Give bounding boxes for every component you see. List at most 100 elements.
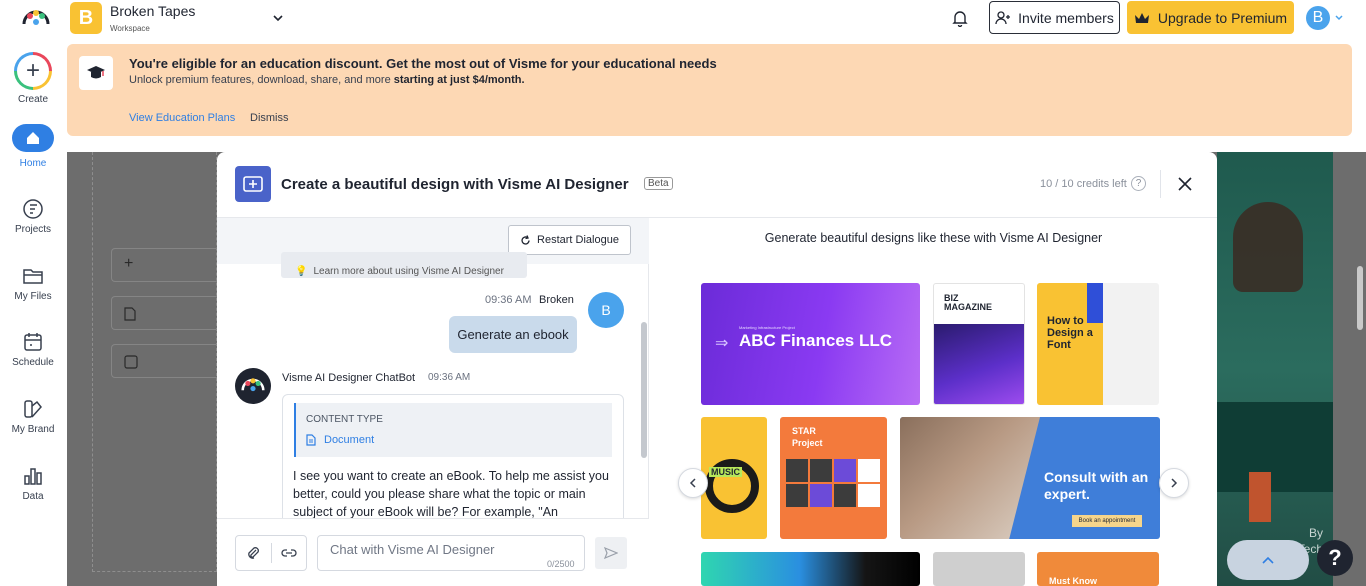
carousel-prev-button[interactable] xyxy=(678,468,708,498)
learn-more-chip[interactable]: 💡 Learn more about using Visme AI Design… xyxy=(281,252,527,278)
close-icon[interactable] xyxy=(1177,176,1193,192)
graduation-cap-icon xyxy=(79,56,113,90)
refresh-icon xyxy=(521,234,530,245)
backdrop-import-button xyxy=(111,296,221,330)
send-icon xyxy=(604,547,618,559)
restart-dialogue-button[interactable]: Restart Dialogue xyxy=(508,225,631,255)
modal-title: Create a beautiful design with Visme AI … xyxy=(281,176,629,193)
chevron-down-icon[interactable] xyxy=(1334,13,1344,23)
backdrop-byline: By xyxy=(1308,526,1323,540)
notification-bell-icon[interactable] xyxy=(952,9,968,27)
calendar-icon xyxy=(24,333,42,351)
template-thumbnail[interactable]: Consult with an expert. Book an appointm… xyxy=(900,417,1160,539)
avatar: B xyxy=(588,292,624,328)
folder-icon xyxy=(23,269,43,284)
sidebar: + Create Home Projects My Files Schedule… xyxy=(0,44,66,586)
help-circle-icon[interactable]: ? xyxy=(1131,176,1146,191)
sidebar-item-home[interactable]: Home xyxy=(0,124,66,169)
template-thumbnail[interactable]: How to Design a Font xyxy=(1037,283,1159,405)
chevron-down-icon[interactable] xyxy=(272,12,284,24)
credits-remaining: 10 / 10 credits left xyxy=(1040,178,1127,190)
beta-badge: Beta xyxy=(644,177,673,190)
char-count: 0/2500 xyxy=(547,559,575,569)
backdrop-ai-button xyxy=(111,344,221,378)
dismiss-button[interactable]: Dismiss xyxy=(250,112,289,124)
attachment-tools xyxy=(235,535,307,571)
template-thumbnail[interactable]: BIZ MAGAZINE xyxy=(933,283,1025,405)
message-author: Broken xyxy=(539,294,574,306)
banner-subtitle-text: Unlock premium features, download, share… xyxy=(129,74,391,86)
lightbulb-icon: 💡 xyxy=(295,265,308,277)
chat-input[interactable] xyxy=(317,535,585,571)
workspace-name[interactable]: Broken Tapes xyxy=(110,3,195,19)
template-thumbnail[interactable] xyxy=(933,552,1025,586)
content-type-label: CONTENT TYPE xyxy=(306,414,383,425)
template-title: Consult with an expert. xyxy=(1044,469,1149,502)
chatbot-avatar-icon xyxy=(235,368,271,404)
upgrade-premium-button[interactable]: Upgrade to Premium xyxy=(1127,1,1294,34)
sidebar-item-projects[interactable]: Projects xyxy=(0,198,66,235)
message-time: 09:36 AM xyxy=(485,294,532,306)
content-type-value-text: Document xyxy=(324,434,375,446)
link-button[interactable] xyxy=(271,536,306,570)
sidebar-item-create[interactable]: + Create xyxy=(0,52,66,105)
backdrop-add-button: + xyxy=(111,248,221,282)
brand-icon xyxy=(24,400,42,418)
template-title: STAR Project xyxy=(792,426,823,448)
sidebar-item-label: Projects xyxy=(14,224,52,235)
chat-scrollbar[interactable] xyxy=(641,322,647,458)
template-label: Must Know xyxy=(1049,576,1097,586)
send-button[interactable] xyxy=(595,537,627,569)
content-type-value[interactable]: Document xyxy=(306,434,374,446)
template-title: ABC Finances LLC xyxy=(739,331,893,350)
document-icon xyxy=(124,307,136,321)
add-user-icon xyxy=(995,10,1011,24)
header-divider xyxy=(1160,170,1161,198)
help-button[interactable]: ? xyxy=(1317,540,1353,576)
chevron-left-icon xyxy=(689,478,696,488)
sidebar-item-my-files[interactable]: My Files xyxy=(0,265,66,302)
sidebar-item-my-brand[interactable]: My Brand xyxy=(0,398,66,435)
template-thumbnail[interactable] xyxy=(701,552,920,586)
user-avatar[interactable]: B xyxy=(1306,6,1330,30)
sidebar-item-label: Data xyxy=(22,491,44,502)
page-scrollbar[interactable] xyxy=(1357,266,1363,330)
view-education-plans-link[interactable]: View Education Plans xyxy=(129,112,235,124)
bot-message-text: I see you want to create an eBook. To he… xyxy=(293,469,609,519)
document-icon xyxy=(306,434,316,446)
template-subtitle: Marketing Infrastructure Project xyxy=(739,325,795,330)
ai-designer-icon xyxy=(124,355,138,369)
template-thumbnail[interactable]: Marketing Infrastructure Project ⇒ ABC F… xyxy=(701,283,920,405)
carousel-next-button[interactable] xyxy=(1159,468,1189,498)
sidebar-item-label: Create xyxy=(17,94,48,105)
chevron-up-icon xyxy=(1262,556,1274,564)
workspace-badge[interactable]: B xyxy=(70,2,102,34)
sidebar-item-schedule[interactable]: Schedule xyxy=(0,331,66,368)
template-title: How to Design a Font xyxy=(1047,315,1093,351)
crown-icon xyxy=(1134,12,1149,23)
scroll-up-button[interactable] xyxy=(1227,540,1309,580)
chat-input-row: 0/2500 xyxy=(217,518,649,586)
chevron-right-icon xyxy=(1171,478,1178,488)
template-thumbnail[interactable]: STAR Project xyxy=(780,417,887,539)
bot-message-time: 09:36 AM xyxy=(428,372,471,383)
arrow-right-icon: ⇒ xyxy=(715,335,729,352)
invite-members-button[interactable]: Invite members xyxy=(989,1,1120,34)
banner-subtitle-price: starting at just $4/month. xyxy=(393,74,525,86)
projects-icon xyxy=(23,199,43,219)
sidebar-item-label: Schedule xyxy=(12,357,54,368)
visme-logo-icon[interactable] xyxy=(22,8,50,30)
chat-panel: Restart Dialogue 💡 Learn more about usin… xyxy=(217,218,649,586)
template-thumbnail[interactable]: Must Know xyxy=(1037,552,1159,586)
template-title: BIZ MAGAZINE xyxy=(944,293,992,312)
sidebar-item-label: Home xyxy=(19,158,47,169)
banner-subtitle: Unlock premium features, download, share… xyxy=(129,74,525,86)
bot-name: Visme AI Designer ChatBot xyxy=(282,372,416,384)
template-thumbnail[interactable]: MUSIC xyxy=(701,417,767,539)
user-message: Generate an ebook xyxy=(449,316,577,353)
sidebar-item-data[interactable]: Data xyxy=(0,465,66,502)
backdrop-template-preview: By GigaTech xyxy=(1217,152,1333,586)
attach-button[interactable] xyxy=(236,536,271,570)
restart-dialogue-label: Restart Dialogue xyxy=(537,234,619,246)
ai-designer-modal: Create a beautiful design with Visme AI … xyxy=(217,152,1217,586)
